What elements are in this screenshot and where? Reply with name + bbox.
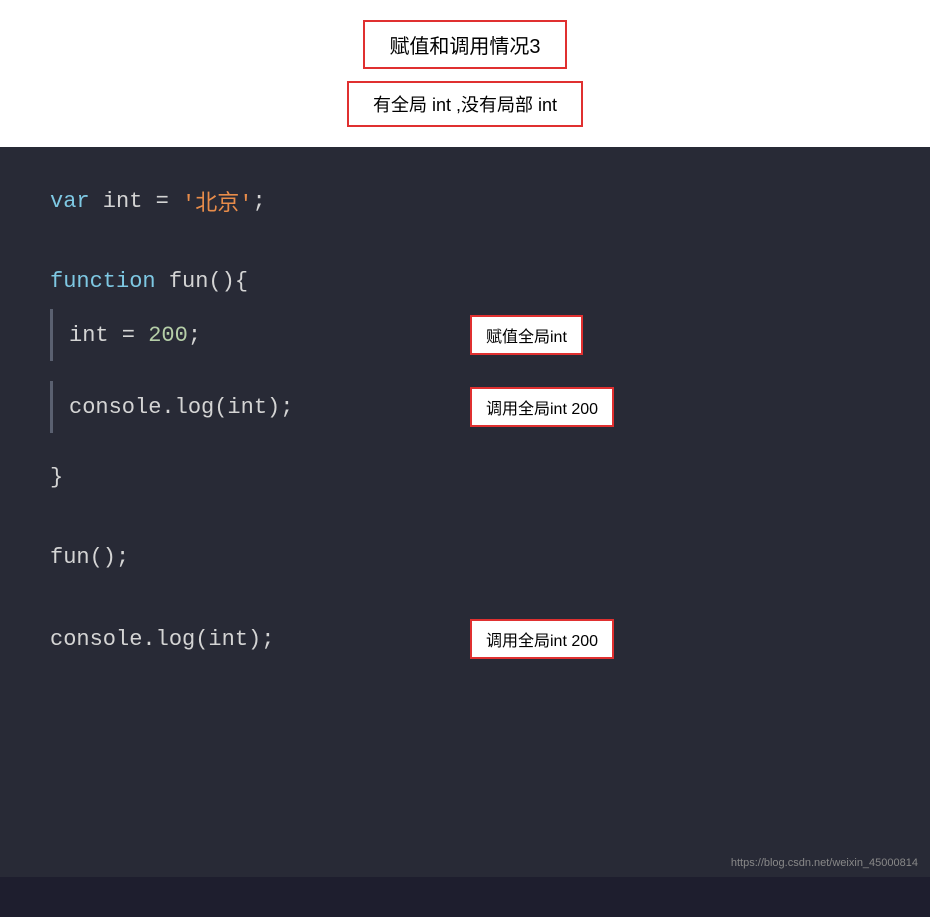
code-var-keyword: var: [50, 189, 90, 214]
left-bar-2: [50, 381, 53, 433]
subtitle-text: 有全局 int ,没有局部 int: [373, 95, 557, 115]
blank-line-4: [50, 509, 880, 533]
left-bar-1: [50, 309, 53, 361]
annotation-1-text: 赋值全局int: [486, 329, 567, 346]
subtitle-box: 有全局 int ,没有局部 int: [347, 81, 583, 127]
code-line-1: var int = '北京' ;: [50, 177, 880, 225]
code-console-1: console.log(int);: [69, 395, 293, 420]
code-closing-brace: }: [50, 465, 63, 490]
annotation-2-text: 调用全局int 200: [486, 401, 598, 418]
code-number-200: 200: [148, 323, 188, 348]
code-string-beijing: '北京': [182, 185, 252, 217]
code-semi-2: ;: [188, 323, 201, 348]
code-fun-call: fun();: [50, 545, 129, 570]
annotation-call-global-int-1: 调用全局int 200: [470, 387, 614, 427]
code-var-int: int =: [90, 189, 182, 214]
code-semi-1: ;: [252, 189, 265, 214]
code-line-int-assign: int = 200 ; 赋值全局int: [50, 309, 880, 361]
title-text: 赋值和调用情况3: [389, 36, 540, 58]
code-int-var: int =: [69, 323, 148, 348]
blank-line-2: [50, 365, 880, 381]
annotation-call-global-int-2: 调用全局int 200: [470, 619, 614, 659]
code-line-function: function fun(){: [50, 257, 880, 305]
annotation-assign-global-int: 赋值全局int: [470, 315, 583, 355]
code-line-brace-close: }: [50, 453, 880, 501]
blank-line-3: [50, 437, 880, 453]
top-section: 赋值和调用情况3 有全局 int ,没有局部 int: [0, 0, 930, 147]
code-line-console-1: console.log(int); 调用全局int 200: [50, 381, 880, 433]
code-function-keyword: function: [50, 269, 156, 294]
blank-line-5: [50, 589, 880, 613]
code-line-console-2: console.log(int); 调用全局int 200: [50, 613, 880, 665]
code-line-fun-call: fun();: [50, 533, 880, 581]
blank-line-1: [50, 233, 880, 257]
annotation-3-text: 调用全局int 200: [486, 633, 598, 650]
code-section: var int = '北京' ; function fun(){ int = 2…: [0, 147, 930, 877]
code-function-rest: fun(){: [156, 269, 248, 294]
title-box: 赋值和调用情况3: [363, 20, 566, 69]
watermark: https://blog.csdn.net/weixin_45000814: [731, 857, 918, 869]
code-console-2: console.log(int);: [50, 627, 274, 652]
